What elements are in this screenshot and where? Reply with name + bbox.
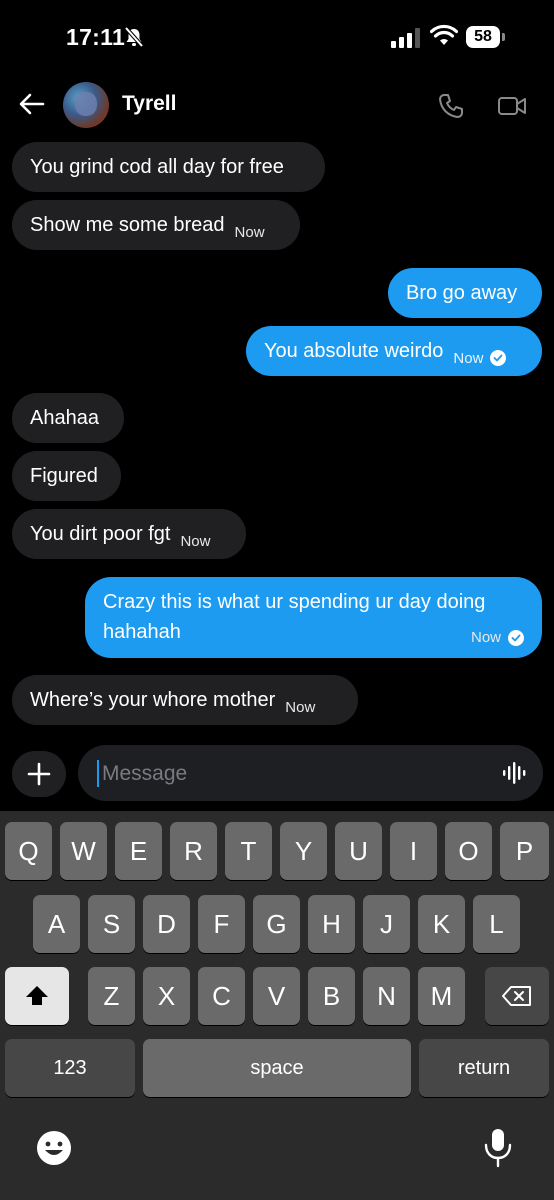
- key-q[interactable]: Q: [5, 822, 52, 880]
- key-v[interactable]: V: [253, 967, 300, 1025]
- message-text: You dirt poor fgt: [30, 522, 171, 545]
- keyboard: Q W E R T Y U I O P A S D F G H J K L Z …: [0, 811, 554, 1200]
- text-cursor: [97, 760, 99, 787]
- chat-header: Tyrell: [0, 76, 554, 136]
- incoming-message[interactable]: Where’s your whore mother Now: [12, 675, 358, 725]
- key-r[interactable]: R: [170, 822, 217, 880]
- key-w[interactable]: W: [60, 822, 107, 880]
- incoming-message[interactable]: Figured: [12, 451, 121, 501]
- dictation-mic-icon[interactable]: [483, 1127, 513, 1169]
- key-d[interactable]: D: [143, 895, 190, 953]
- message-timestamp: Now: [453, 349, 484, 367]
- key-p[interactable]: P: [500, 822, 549, 880]
- battery-level: 58: [466, 26, 500, 48]
- back-arrow-icon[interactable]: [18, 90, 46, 118]
- contact-name[interactable]: Tyrell: [122, 92, 176, 116]
- message-text: Show me some bread: [30, 213, 225, 236]
- key-z[interactable]: Z: [88, 967, 135, 1025]
- voice-waveform-icon[interactable]: [502, 761, 528, 785]
- message-text: You absolute weirdo: [264, 339, 444, 362]
- key-y[interactable]: Y: [280, 822, 327, 880]
- contact-avatar[interactable]: [63, 82, 109, 128]
- key-m[interactable]: M: [418, 967, 465, 1025]
- space-key[interactable]: space: [143, 1039, 411, 1097]
- incoming-message[interactable]: Show me some bread Now: [12, 200, 300, 250]
- return-key[interactable]: return: [419, 1039, 549, 1097]
- phone-call-icon[interactable]: [437, 92, 465, 120]
- outgoing-message[interactable]: Bro go away: [388, 268, 542, 318]
- message-input[interactable]: [100, 753, 484, 795]
- avatar-face: [75, 92, 97, 116]
- plus-icon: [27, 762, 51, 786]
- video-call-icon[interactable]: [497, 94, 527, 118]
- key-t[interactable]: T: [225, 822, 272, 880]
- message-field[interactable]: [78, 745, 543, 801]
- outgoing-message[interactable]: You absolute weirdo Now: [246, 326, 542, 376]
- key-c[interactable]: C: [198, 967, 245, 1025]
- message-text-line: Crazy this is what ur spending ur day do…: [103, 591, 486, 613]
- key-x[interactable]: X: [143, 967, 190, 1025]
- key-h[interactable]: H: [308, 895, 355, 953]
- key-e[interactable]: E: [115, 822, 162, 880]
- incoming-message[interactable]: Ahahaa: [12, 393, 124, 443]
- message-text: Bro go away: [406, 281, 518, 304]
- key-n[interactable]: N: [363, 967, 410, 1025]
- signal-icon: [391, 28, 420, 48]
- wifi-icon: [430, 24, 458, 45]
- message-timestamp: Now: [285, 698, 316, 716]
- message-text-line: hahahah: [103, 621, 181, 643]
- emoji-icon[interactable]: [35, 1129, 73, 1167]
- key-l[interactable]: L: [473, 895, 520, 953]
- delete-key[interactable]: [485, 967, 549, 1025]
- read-receipt-icon: [490, 350, 507, 366]
- backspace-icon: [502, 986, 531, 1006]
- shift-key[interactable]: [5, 967, 69, 1025]
- key-j[interactable]: J: [363, 895, 410, 953]
- message-text: Ahahaa: [30, 406, 99, 429]
- key-i[interactable]: I: [390, 822, 437, 880]
- incoming-message[interactable]: You dirt poor fgt Now: [12, 509, 246, 559]
- status-time: 17:11: [66, 24, 126, 50]
- key-k[interactable]: K: [418, 895, 465, 953]
- status-bar: 17:11 58: [0, 0, 554, 76]
- key-u[interactable]: U: [335, 822, 382, 880]
- incoming-message[interactable]: You grind cod all day for free: [12, 142, 325, 192]
- message-text: Where’s your whore mother: [30, 688, 276, 711]
- add-attachment-button[interactable]: [12, 751, 66, 797]
- shift-arrow-icon: [26, 986, 48, 1005]
- key-o[interactable]: O: [445, 822, 492, 880]
- message-timestamp: Now: [234, 223, 265, 241]
- message-text: Figured: [30, 464, 98, 487]
- message-timestamp: Now: [180, 532, 211, 550]
- key-f[interactable]: F: [198, 895, 245, 953]
- read-receipt-icon: [508, 630, 524, 646]
- numbers-key[interactable]: 123: [5, 1039, 135, 1097]
- key-s[interactable]: S: [88, 895, 135, 953]
- silent-bell-icon: [124, 26, 144, 48]
- outgoing-message[interactable]: Crazy this is what ur spending ur day do…: [85, 577, 542, 658]
- key-b[interactable]: B: [308, 967, 355, 1025]
- battery-indicator: 58: [466, 26, 506, 48]
- message-timestamp: Now: [470, 629, 501, 646]
- message-text: You grind cod all day for free: [30, 155, 284, 178]
- key-a[interactable]: A: [33, 895, 80, 953]
- battery-tip: [502, 33, 505, 41]
- key-g[interactable]: G: [253, 895, 300, 953]
